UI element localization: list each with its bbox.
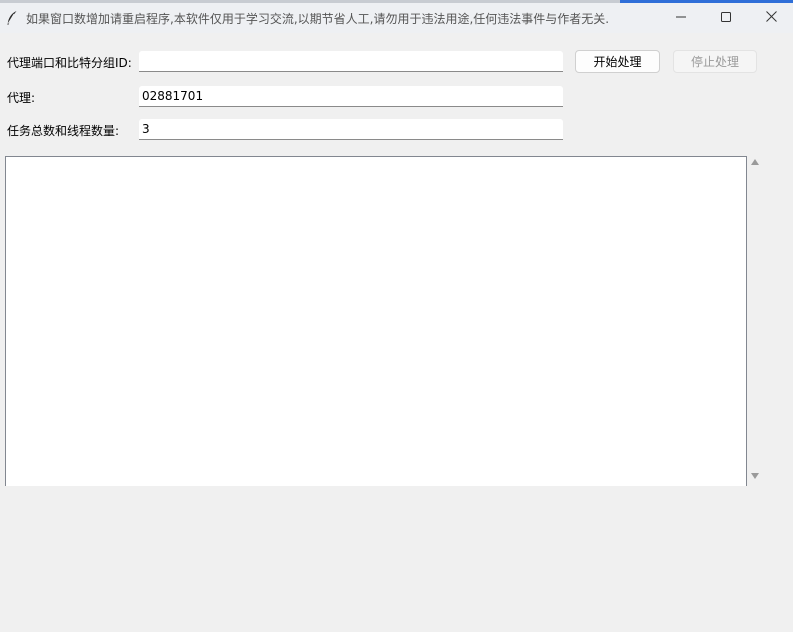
title-bar: 如果窗口数增加请重启程序,本软件仅用于学习交流,以期节省人工,请勿用于违法用途,… xyxy=(0,3,793,33)
port-group-input[interactable] xyxy=(139,51,563,72)
minimize-icon xyxy=(676,11,686,25)
maximize-icon xyxy=(721,11,731,25)
proxy-input[interactable] xyxy=(139,86,563,107)
proxy-label: 代理: xyxy=(7,91,36,105)
task-thread-input[interactable] xyxy=(139,119,563,140)
scroll-down-arrow-icon[interactable] xyxy=(751,473,759,479)
port-group-label: 代理端口和比特分组ID: xyxy=(7,56,132,70)
task-thread-label: 任务总数和线程数量: xyxy=(7,124,120,138)
stop-button[interactable]: 停止处理 xyxy=(673,50,757,73)
scroll-up-arrow-icon[interactable] xyxy=(751,159,759,165)
log-textarea[interactable] xyxy=(5,156,747,486)
window-title: 如果窗口数增加请重启程序,本软件仅用于学习交流,以期节省人工,请勿用于违法用途,… xyxy=(26,12,610,26)
minimize-button[interactable] xyxy=(658,3,704,33)
maximize-button[interactable] xyxy=(703,3,749,33)
start-button[interactable]: 开始处理 xyxy=(575,50,660,73)
log-scrollbar[interactable] xyxy=(747,156,764,486)
close-icon xyxy=(765,11,777,25)
close-button[interactable] xyxy=(748,3,793,33)
feather-icon xyxy=(5,10,19,26)
